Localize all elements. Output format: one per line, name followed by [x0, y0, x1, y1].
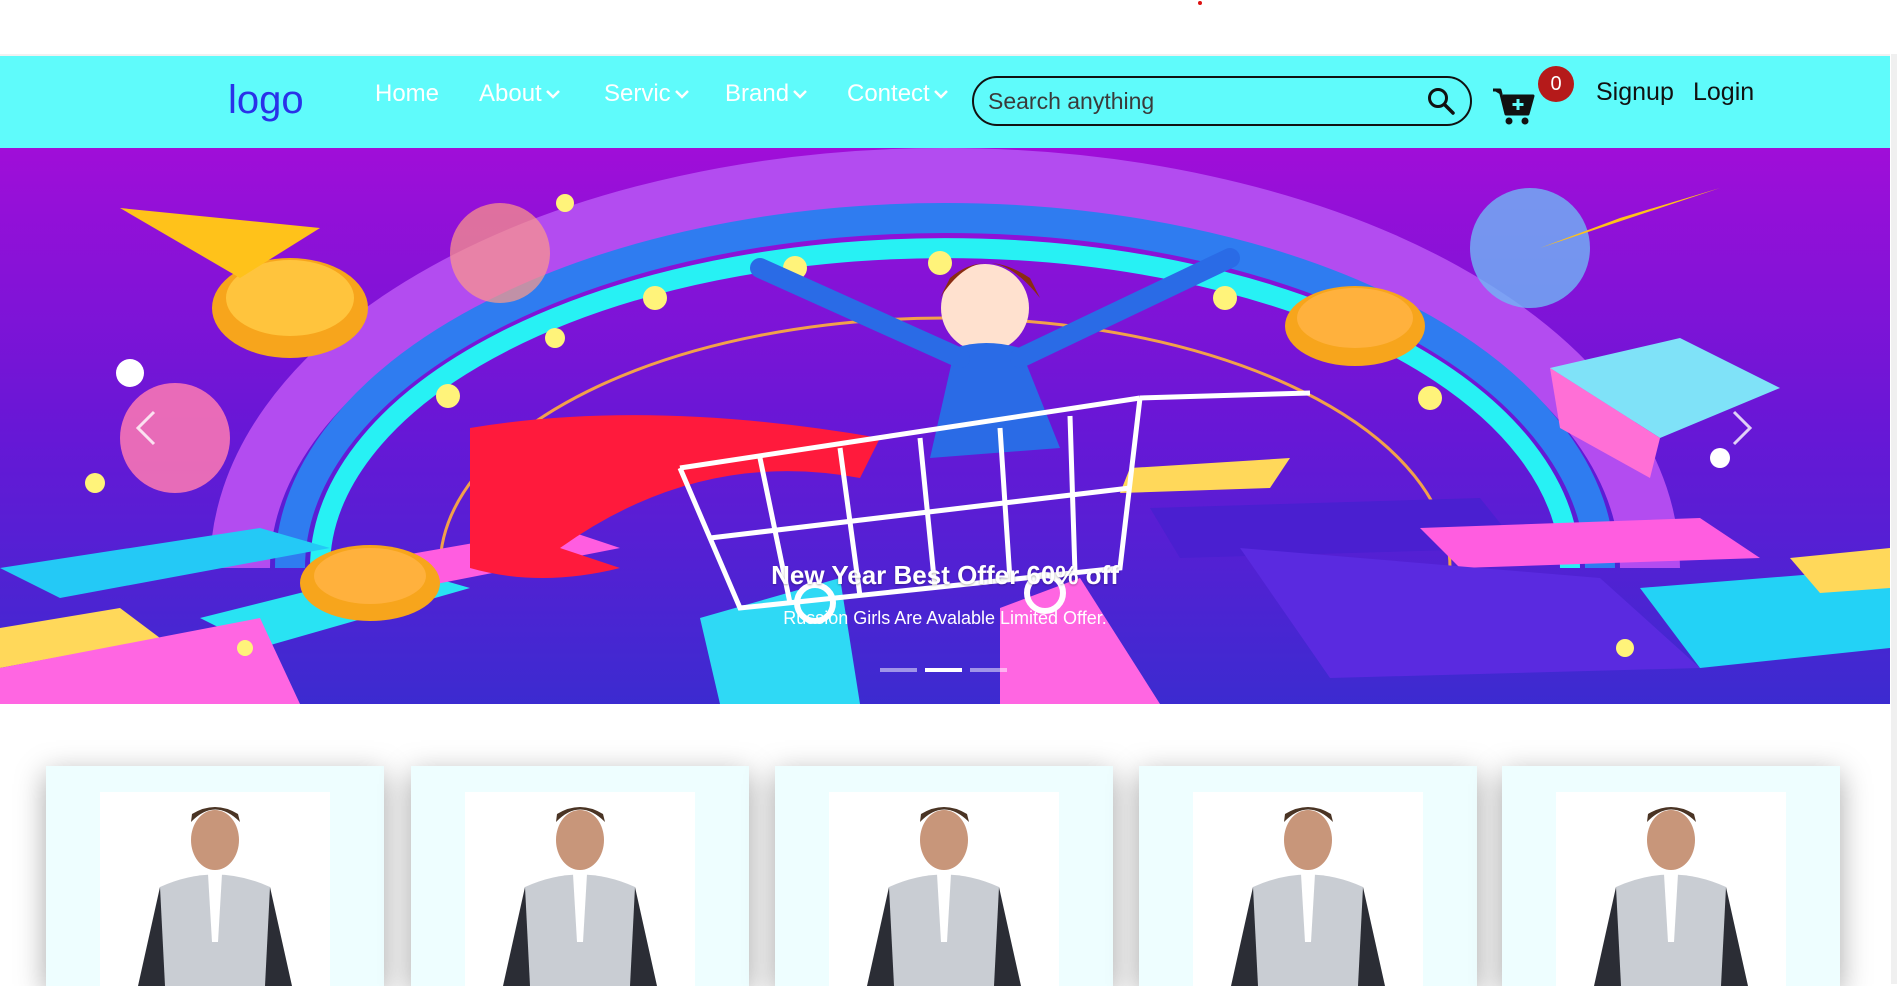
nav-item-about[interactable]: About [479, 80, 562, 108]
jacket-photo [1231, 807, 1385, 986]
product-image [1193, 792, 1423, 986]
product-card[interactable] [411, 766, 749, 986]
jacket-photo [867, 807, 1021, 986]
nav-item-label: Home [375, 80, 440, 107]
carousel-indicator[interactable] [880, 668, 917, 672]
hero-carousel: New Year Best Offer 60% off Russion Girl… [0, 148, 1890, 704]
carousel-indicator-active[interactable] [925, 668, 962, 672]
chevron-down-icon [674, 90, 689, 99]
nav-item-services[interactable]: Servic [604, 80, 691, 108]
carousel-next-arrow-icon[interactable] [1722, 398, 1762, 458]
carousel-caption-subtitle: Russion Girls Are Avalable Limited Offer… [783, 608, 1107, 628]
chevron-down-icon [933, 90, 948, 99]
carousel-caption-title: New Year Best Offer 60% off [771, 560, 1119, 590]
jacket-photo [138, 807, 292, 986]
cart-icon[interactable] [1492, 86, 1536, 126]
jacket-photo [503, 807, 657, 986]
nav-item-label: Contect [847, 80, 930, 107]
nav-item-label: Servic [604, 80, 671, 107]
chevron-down-icon [545, 90, 560, 99]
search-icon[interactable] [1426, 86, 1456, 116]
product-image [465, 792, 695, 986]
carousel-prev-arrow-icon[interactable] [126, 398, 166, 458]
page-scrollbar[interactable] [1891, 54, 1897, 984]
product-image [829, 792, 1059, 986]
nav-item-brand[interactable]: Brand [725, 80, 809, 108]
product-image [1556, 792, 1786, 986]
carousel-indicator[interactable] [970, 668, 1007, 672]
search-bar [972, 76, 1472, 126]
nav-item-label: Brand [725, 80, 790, 107]
product-card[interactable] [775, 766, 1113, 986]
nav-item-contact[interactable]: Contect [847, 80, 950, 108]
signup-link[interactable]: Signup [1596, 78, 1674, 107]
login-link[interactable]: Login [1693, 78, 1754, 107]
logo[interactable]: logo [228, 78, 304, 123]
chevron-down-icon [793, 90, 807, 99]
product-card[interactable] [1139, 766, 1477, 986]
jacket-photo [1594, 807, 1748, 986]
product-image [100, 792, 330, 986]
product-card[interactable] [1502, 766, 1840, 986]
nav-item-label: About [479, 80, 542, 107]
product-grid [0, 760, 1890, 986]
search-input[interactable] [974, 86, 1426, 116]
cart-count-badge: 0 [1538, 66, 1574, 102]
product-card[interactable] [46, 766, 384, 986]
decorative-dot [1198, 1, 1202, 5]
navbar: logo Home About Servic Brand Contect 0 S… [0, 54, 1890, 150]
carousel-indicators [880, 668, 1007, 672]
nav-item-home[interactable]: Home [375, 80, 439, 108]
